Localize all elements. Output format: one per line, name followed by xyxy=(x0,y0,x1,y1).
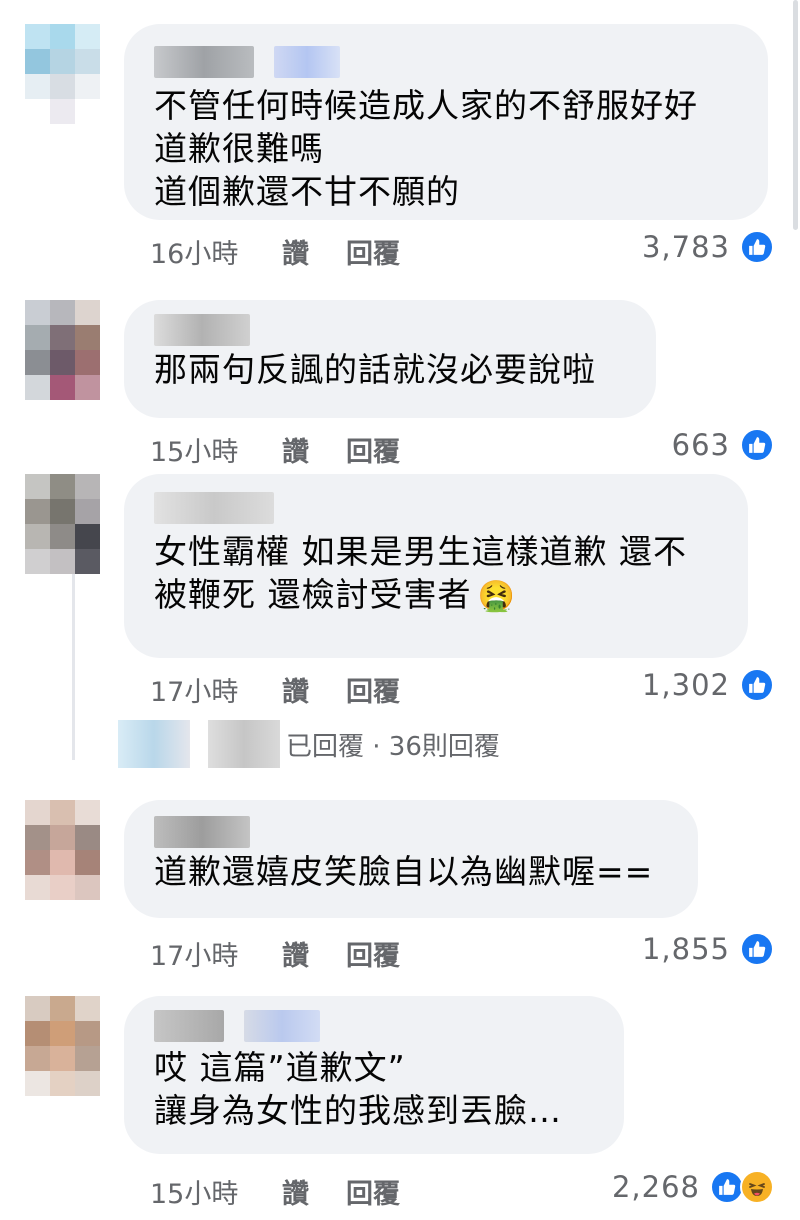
comment-text: 道歉還嬉皮笑臉自以為幽默喔== xyxy=(154,852,654,891)
like-button[interactable]: 讚 xyxy=(282,232,346,271)
comment-text: 不管任何時候造成人家的不舒服好好 道歉很難嗎 道個歉還不甘不願的 xyxy=(154,86,698,211)
comment-meta: 17小時 讚 回覆 xyxy=(150,934,400,973)
reaction-summary[interactable]: 1,855 xyxy=(642,932,774,966)
reaction-count: 3,783 xyxy=(641,230,730,264)
comment-text: 那兩句反諷的話就沒必要說啦 xyxy=(154,350,596,389)
reply-button[interactable]: 回覆 xyxy=(346,934,400,973)
comment-bubble: 那兩句反諷的話就沒必要說啦 xyxy=(124,300,656,418)
view-replies-link[interactable]: 已回覆 · 36則回覆 xyxy=(118,720,500,768)
reply-button[interactable]: 回覆 xyxy=(346,430,400,469)
reply-button[interactable]: 回覆 xyxy=(346,670,400,709)
author-name-blurred[interactable] xyxy=(154,492,718,524)
reaction-count: 1,302 xyxy=(641,668,730,702)
replier-avatars-blurred xyxy=(118,720,280,768)
like-icon xyxy=(740,230,774,264)
scrollbar[interactable] xyxy=(793,0,798,230)
reply-button[interactable]: 回覆 xyxy=(346,1172,400,1211)
comment-text: 哎 這篇”道歉文” 讓身為女性的我感到丟臉… xyxy=(154,1048,562,1130)
reaction-count: 663 xyxy=(671,428,730,462)
comment-bubble: 女性霸權 如果是男生這樣道歉 還不 被鞭死 還檢討受害者 🤮 xyxy=(124,474,748,658)
like-icon xyxy=(710,1170,744,1204)
comment-text: 女性霸權 如果是男生這樣道歉 還不 被鞭死 還檢討受害者 🤮 xyxy=(154,532,687,614)
avatar[interactable] xyxy=(25,800,100,900)
avatar[interactable] xyxy=(25,300,100,400)
author-name-blurred[interactable] xyxy=(154,816,668,848)
comment-meta: 15小時 讚 回覆 xyxy=(150,430,400,469)
like-icon xyxy=(740,932,774,966)
author-name-blurred[interactable] xyxy=(154,46,738,78)
comment-meta: 17小時 讚 回覆 xyxy=(150,670,400,709)
like-button[interactable]: 讚 xyxy=(282,934,346,973)
timestamp[interactable]: 17小時 xyxy=(150,670,282,709)
reaction-summary[interactable]: 663 xyxy=(672,428,774,462)
like-button[interactable]: 讚 xyxy=(282,1172,346,1211)
replies-summary-text[interactable]: 已回覆 · 36則回覆 xyxy=(286,726,500,763)
comment-bubble: 哎 這篇”道歉文” 讓身為女性的我感到丟臉… xyxy=(124,996,624,1154)
reaction-count: 1,855 xyxy=(641,932,730,966)
timestamp[interactable]: 15小時 xyxy=(150,1172,282,1211)
comment-bubble: 不管任何時候造成人家的不舒服好好 道歉很難嗎 道個歉還不甘不願的 xyxy=(124,24,768,220)
avatar[interactable] xyxy=(25,996,100,1096)
timestamp[interactable]: 17小時 xyxy=(150,934,282,973)
comment-meta: 16小時 讚 回覆 xyxy=(150,232,400,271)
reaction-summary[interactable]: 2,268 xyxy=(612,1170,774,1204)
thread-connector-line xyxy=(72,570,75,760)
timestamp[interactable]: 16小時 xyxy=(150,232,282,271)
avatar[interactable] xyxy=(25,24,100,124)
author-name-blurred[interactable] xyxy=(154,1010,594,1042)
comment-bubble: 道歉還嬉皮笑臉自以為幽默喔== xyxy=(124,800,698,918)
reaction-summary[interactable]: 1,302 xyxy=(642,668,774,702)
like-button[interactable]: 讚 xyxy=(282,430,346,469)
like-icon xyxy=(740,668,774,702)
reaction-summary[interactable]: 3,783 xyxy=(642,230,774,264)
avatar[interactable] xyxy=(25,474,100,574)
like-button[interactable]: 讚 xyxy=(282,670,346,709)
author-name-blurred[interactable] xyxy=(154,314,626,346)
timestamp[interactable]: 15小時 xyxy=(150,430,282,469)
like-icon xyxy=(740,428,774,462)
haha-icon xyxy=(740,1170,774,1204)
nauseated-face-emoji: 🤮 xyxy=(477,579,516,614)
reply-button[interactable]: 回覆 xyxy=(346,232,400,271)
reaction-count: 2,268 xyxy=(611,1170,700,1204)
comment-meta: 15小時 讚 回覆 xyxy=(150,1172,400,1211)
